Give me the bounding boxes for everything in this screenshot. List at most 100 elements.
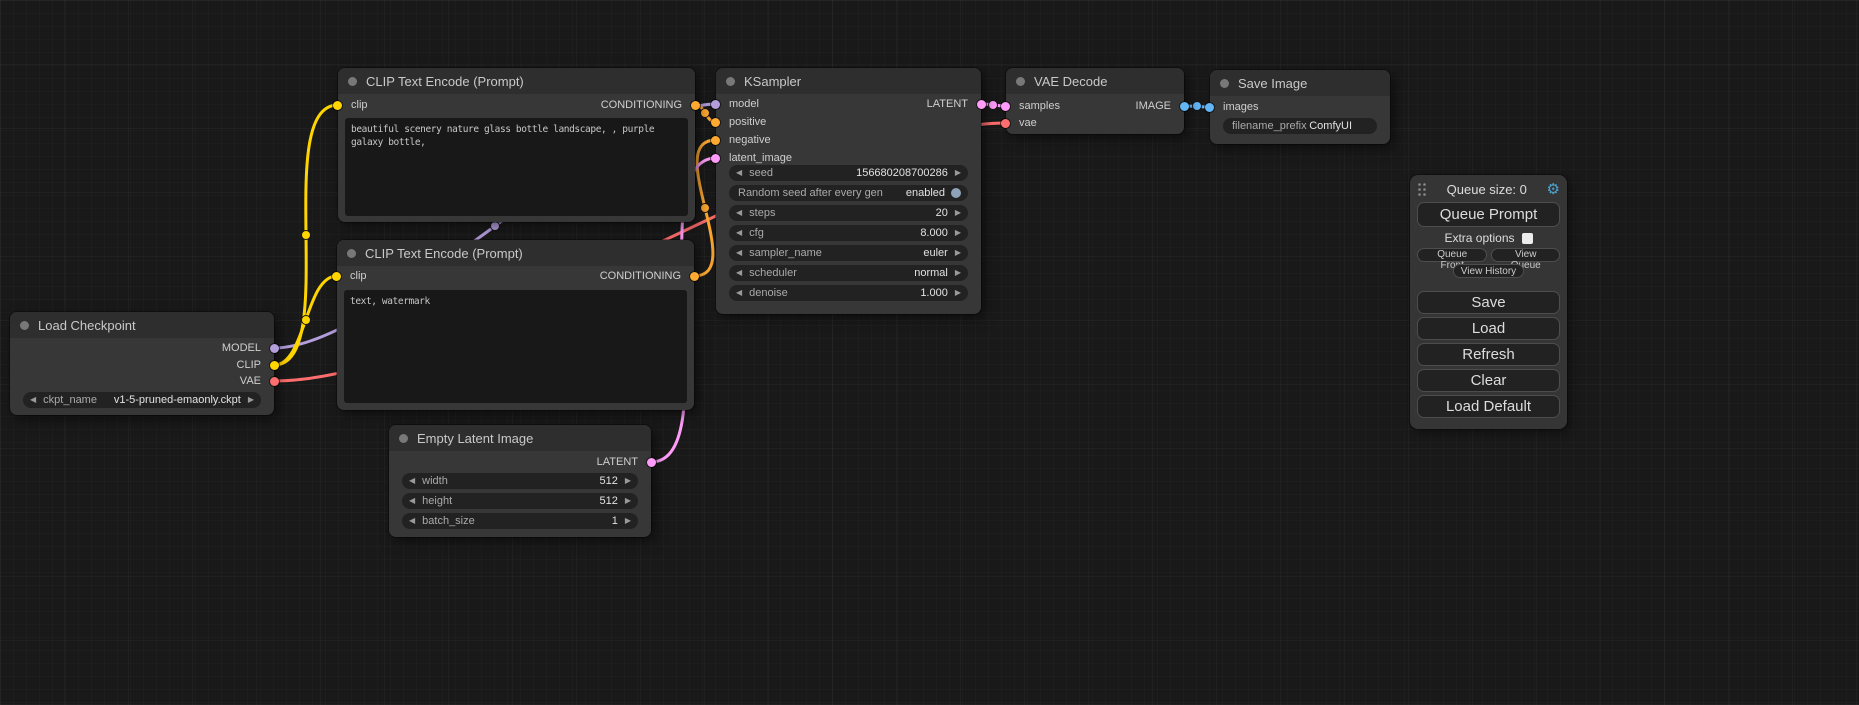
vae-output-dot[interactable] — [270, 377, 279, 386]
image-output-dot[interactable] — [1180, 102, 1189, 111]
output-port-clip[interactable]: CLIP — [237, 358, 274, 373]
node-title-bar[interactable]: Save Image — [1210, 70, 1390, 96]
conditioning-output-dot[interactable] — [691, 101, 700, 110]
node-empty-latent-image[interactable]: Empty Latent Image LATENT ◀ width 512 ▶ … — [389, 425, 651, 537]
load-default-button[interactable]: Load Default — [1417, 395, 1560, 418]
queue-front-button[interactable]: Queue Front — [1417, 248, 1487, 262]
positive-prompt-textarea[interactable]: beautiful scenery nature glass bottle la… — [345, 118, 688, 216]
drag-handle-icon[interactable] — [1417, 182, 1427, 197]
node-ksampler[interactable]: KSampler model positive negative latent_… — [716, 68, 981, 314]
input-port-latent-image[interactable]: latent_image — [716, 151, 792, 166]
node-title-bar[interactable]: Load Checkpoint — [10, 312, 274, 338]
collapse-dot-icon[interactable] — [726, 77, 735, 86]
view-queue-button[interactable]: View Queue — [1491, 248, 1560, 262]
collapse-dot-icon[interactable] — [1220, 79, 1229, 88]
queue-prompt-button[interactable]: Queue Prompt — [1417, 202, 1560, 227]
node-title-bar[interactable]: CLIP Text Encode (Prompt) — [337, 240, 694, 266]
increment-arrow-icon[interactable]: ▶ — [955, 169, 961, 177]
input-port-images[interactable]: images — [1210, 100, 1258, 115]
latent-output-dot[interactable] — [977, 100, 986, 109]
vae-input-dot[interactable] — [1001, 119, 1010, 128]
widget-cfg[interactable]: ◀ cfg 8.000 ▶ — [729, 225, 968, 241]
decrement-arrow-icon[interactable]: ◀ — [409, 477, 415, 485]
input-port-samples[interactable]: samples — [1006, 99, 1060, 114]
widget-height[interactable]: ◀ height 512 ▶ — [402, 493, 638, 509]
node-load-checkpoint[interactable]: Load Checkpoint MODEL CLIP VAE ◀ ckpt_na… — [10, 312, 274, 415]
output-port-latent[interactable]: LATENT — [597, 455, 651, 470]
decrement-arrow-icon[interactable]: ◀ — [409, 497, 415, 505]
output-port-conditioning[interactable]: CONDITIONING — [601, 98, 695, 113]
latent-input-dot[interactable] — [1001, 102, 1010, 111]
settings-gear-icon[interactable]: ⚙ — [1547, 182, 1560, 197]
decrement-arrow-icon[interactable]: ◀ — [736, 229, 742, 237]
increment-arrow-icon[interactable]: ▶ — [955, 289, 961, 297]
input-port-vae[interactable]: vae — [1006, 116, 1037, 131]
image-input-dot[interactable] — [1205, 103, 1214, 112]
output-port-latent[interactable]: LATENT — [927, 97, 981, 112]
widget-denoise[interactable]: ◀ denoise 1.000 ▶ — [729, 285, 968, 301]
widget-scheduler[interactable]: ◀ scheduler normal ▶ — [729, 265, 968, 281]
output-port-conditioning[interactable]: CONDITIONING — [600, 269, 694, 284]
increment-arrow-icon[interactable]: ▶ — [955, 249, 961, 257]
conditioning-input-dot[interactable] — [711, 118, 720, 127]
increment-arrow-icon[interactable]: ▶ — [248, 396, 254, 404]
model-input-dot[interactable] — [711, 100, 720, 109]
widget-batch-size[interactable]: ◀ batch_size 1 ▶ — [402, 513, 638, 529]
collapse-dot-icon[interactable] — [399, 434, 408, 443]
input-port-clip[interactable]: clip — [337, 269, 367, 284]
clip-input-dot[interactable] — [333, 101, 342, 110]
widget-ckpt-name[interactable]: ◀ ckpt_name v1-5-pruned-emaonly.ckpt ▶ — [23, 392, 261, 408]
node-title-bar[interactable]: KSampler — [716, 68, 981, 94]
conditioning-input-dot[interactable] — [711, 136, 720, 145]
decrement-arrow-icon[interactable]: ◀ — [736, 209, 742, 217]
output-port-vae[interactable]: VAE — [240, 374, 274, 389]
node-clip-text-encode-negative[interactable]: CLIP Text Encode (Prompt) clip CONDITION… — [337, 240, 694, 410]
increment-arrow-icon[interactable]: ▶ — [955, 269, 961, 277]
decrement-arrow-icon[interactable]: ◀ — [409, 517, 415, 525]
output-port-image[interactable]: IMAGE — [1136, 99, 1184, 114]
decrement-arrow-icon[interactable]: ◀ — [736, 249, 742, 257]
extra-options-checkbox[interactable] — [1522, 233, 1533, 244]
toggle-on-dot[interactable] — [951, 188, 961, 198]
clip-output-dot[interactable] — [270, 361, 279, 370]
decrement-arrow-icon[interactable]: ◀ — [736, 169, 742, 177]
collapse-dot-icon[interactable] — [348, 77, 357, 86]
widget-random-seed-toggle[interactable]: Random seed after every gen enabled — [729, 185, 968, 201]
node-canvas[interactable]: Load Checkpoint MODEL CLIP VAE ◀ ckpt_na… — [0, 0, 1859, 705]
collapse-dot-icon[interactable] — [347, 249, 356, 258]
load-button[interactable]: Load — [1417, 317, 1560, 340]
collapse-dot-icon[interactable] — [1016, 77, 1025, 86]
node-title-bar[interactable]: CLIP Text Encode (Prompt) — [338, 68, 695, 94]
increment-arrow-icon[interactable]: ▶ — [955, 229, 961, 237]
latent-input-dot[interactable] — [711, 154, 720, 163]
decrement-arrow-icon[interactable]: ◀ — [30, 396, 36, 404]
clear-button[interactable]: Clear — [1417, 369, 1560, 392]
node-title-bar[interactable]: VAE Decode — [1006, 68, 1184, 94]
view-history-button[interactable]: View History — [1453, 264, 1524, 278]
widget-filename-prefix[interactable]: filename_prefix ComfyUI — [1223, 118, 1377, 134]
node-clip-text-encode-positive[interactable]: CLIP Text Encode (Prompt) clip CONDITION… — [338, 68, 695, 222]
widget-width[interactable]: ◀ width 512 ▶ — [402, 473, 638, 489]
widget-seed[interactable]: ◀ seed 156680208700286 ▶ — [729, 165, 968, 181]
decrement-arrow-icon[interactable]: ◀ — [736, 269, 742, 277]
latent-output-dot[interactable] — [647, 458, 656, 467]
node-vae-decode[interactable]: VAE Decode samples vae IMAGE — [1006, 68, 1184, 134]
negative-prompt-textarea[interactable]: text, watermark — [344, 290, 687, 403]
refresh-button[interactable]: Refresh — [1417, 343, 1560, 366]
decrement-arrow-icon[interactable]: ◀ — [736, 289, 742, 297]
input-port-model[interactable]: model — [716, 97, 759, 112]
node-title-bar[interactable]: Empty Latent Image — [389, 425, 651, 451]
conditioning-output-dot[interactable] — [690, 272, 699, 281]
clip-input-dot[interactable] — [332, 272, 341, 281]
input-port-clip[interactable]: clip — [338, 98, 368, 113]
node-save-image[interactable]: Save Image images filename_prefix ComfyU… — [1210, 70, 1390, 144]
widget-sampler-name[interactable]: ◀ sampler_name euler ▶ — [729, 245, 968, 261]
input-port-positive[interactable]: positive — [716, 115, 766, 130]
increment-arrow-icon[interactable]: ▶ — [625, 477, 631, 485]
increment-arrow-icon[interactable]: ▶ — [955, 209, 961, 217]
increment-arrow-icon[interactable]: ▶ — [625, 497, 631, 505]
widget-steps[interactable]: ◀ steps 20 ▶ — [729, 205, 968, 221]
output-port-model[interactable]: MODEL — [222, 341, 274, 356]
save-button[interactable]: Save — [1417, 291, 1560, 314]
input-port-negative[interactable]: negative — [716, 133, 771, 148]
